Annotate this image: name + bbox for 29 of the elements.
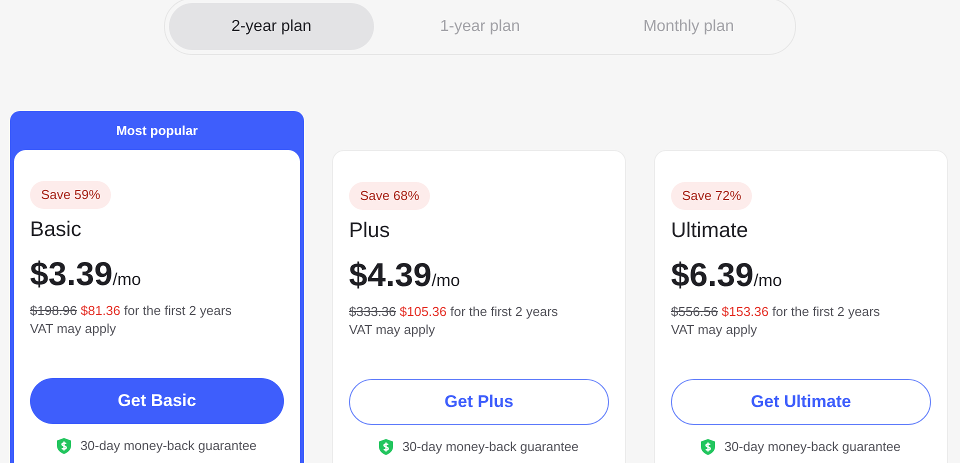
price-unit: /mo [112,269,141,291]
plan-name: Basic [30,216,82,242]
get-plan-button[interactable]: Get Ultimate [671,379,931,425]
plan-price: $3.39 [30,254,113,294]
billing-text: $333.36 $105.36 for the first 2 years [349,303,558,321]
billing-text: $556.56 $153.36 for the first 2 years [671,303,880,321]
guarantee-text: 30-day money-back guarantee [402,438,579,456]
plan-name: Ultimate [671,218,748,244]
get-plan-button[interactable]: Get Basic [30,378,284,424]
discount-badge: Save 59% [30,181,112,208]
price-unit: /mo [432,270,460,292]
guarantee-text: 30-day money-back guarantee [80,437,257,455]
shield-dollar-icon [379,438,394,455]
plan-tab[interactable]: 2-year plan [169,3,374,50]
discount-badge: Save 68% [349,182,430,210]
shield-dollar-icon [701,438,716,455]
vat-note: VAT may apply [349,321,435,339]
shield-dollar-icon [57,438,72,454]
get-plan-button[interactable]: Get Plus [349,379,609,425]
vat-note: VAT may apply [30,320,116,338]
banner-label: Most popular [116,122,198,140]
billing-text: $198.96 $81.36 for the first 2 years [30,302,232,320]
plan-price: $6.39 [671,255,754,295]
discount-badge: Save 72% [671,182,752,210]
guarantee-text: 30-day money-back guarantee [724,438,901,456]
plan-price: $4.39 [349,255,432,295]
vat-note: VAT may apply [671,321,757,339]
price-unit: /mo [754,270,782,292]
plan-name: Plus [349,218,390,244]
